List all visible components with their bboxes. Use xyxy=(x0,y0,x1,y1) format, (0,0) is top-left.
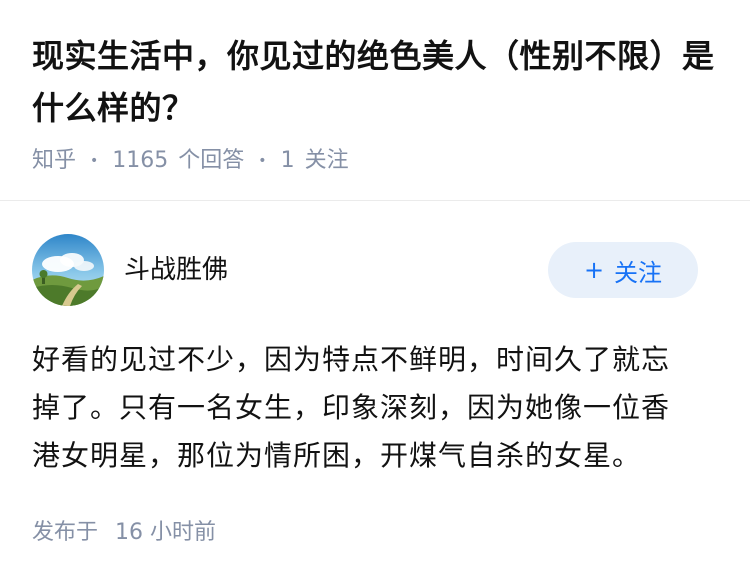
answer-count-label[interactable]: 个回答 xyxy=(178,146,244,176)
answer-content[interactable]: 好看的见过不少，因为特点不鲜明，时间久了就忘掉了。只有一名女生，印象深刻，因为她… xyxy=(32,336,718,480)
plus-icon: + xyxy=(583,256,605,284)
answer-card: 斗战胜佛 + 关注 好看的见过不少，因为特点不鲜明，时间久了就忘掉了。只有一名女… xyxy=(0,232,750,480)
follow-button-label: 关注 xyxy=(614,258,663,287)
publish-label: 发布于 xyxy=(32,520,99,545)
follow-count-label[interactable]: 关注 xyxy=(305,146,349,176)
avatar[interactable] xyxy=(32,234,104,306)
follow-count: 1 xyxy=(280,148,295,173)
separator-dot: • xyxy=(90,153,99,169)
source-label[interactable]: 知乎 xyxy=(32,146,76,176)
answer-count: 1165 xyxy=(112,148,169,173)
question-meta: 知乎 • 1165 个回答 • 1 关注 xyxy=(32,146,718,176)
page: 现实生活中，你见过的绝色美人（性别不限）是什么样的？ 知乎 • 1165 个回答… xyxy=(0,0,750,580)
follow-button[interactable]: + 关注 xyxy=(548,242,698,298)
avatar-image xyxy=(32,234,104,306)
author-row: 斗战胜佛 + 关注 xyxy=(32,232,718,308)
publish-time: 16 小时前 xyxy=(115,520,217,545)
author-name[interactable]: 斗战胜佛 xyxy=(124,249,228,286)
separator-dot: • xyxy=(258,153,267,169)
publish-time-row: 发布于 16 小时前 xyxy=(32,514,216,546)
divider xyxy=(0,200,750,201)
question-header: 现实生活中，你见过的绝色美人（性别不限）是什么样的？ 知乎 • 1165 个回答… xyxy=(0,0,750,176)
question-title[interactable]: 现实生活中，你见过的绝色美人（性别不限）是什么样的？ xyxy=(32,30,718,134)
